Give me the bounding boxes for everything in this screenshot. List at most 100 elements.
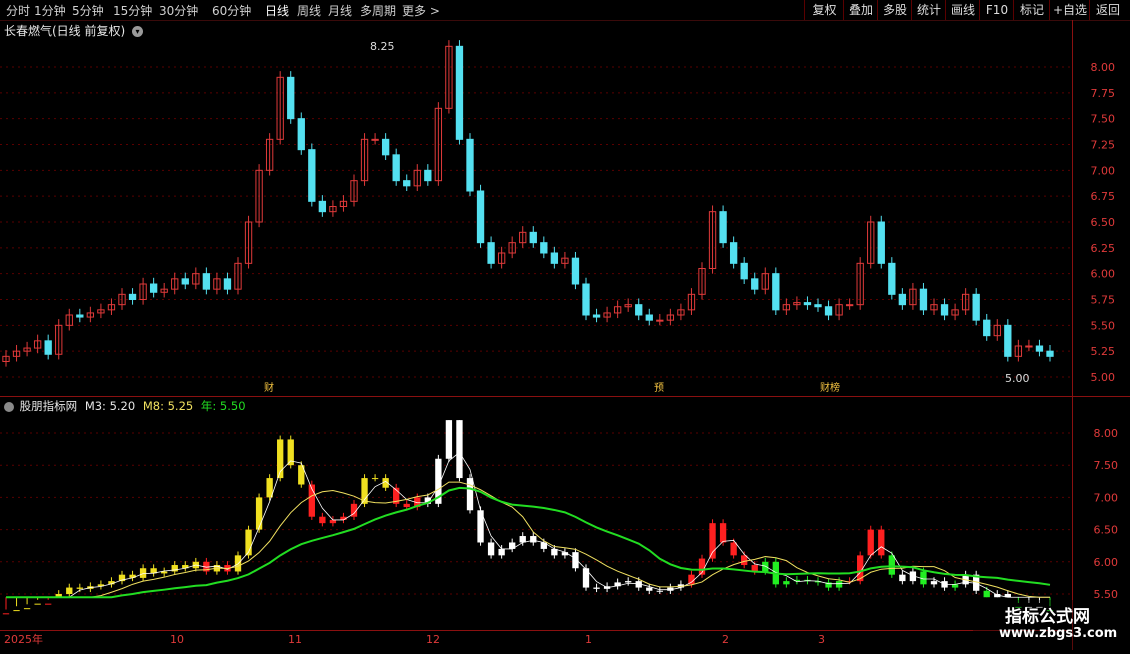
candle [898, 293, 907, 306]
candle [824, 306, 833, 316]
indicator-candle [888, 555, 895, 575]
candle [698, 268, 706, 295]
indicator-candle [277, 439, 284, 479]
indicator-candle [487, 542, 495, 556]
indicator-candle [762, 561, 769, 572]
y-tick-label: 6.25 [1091, 242, 1116, 255]
period-tab-5min[interactable]: 5分钟 [72, 2, 104, 19]
indicator-candle [245, 529, 252, 556]
back-button[interactable]: 返回 [1089, 0, 1126, 20]
period-tab-60min[interactable]: 60分钟 [212, 2, 251, 19]
event-marker-yu[interactable]: 预 [654, 382, 664, 394]
candle [740, 262, 748, 280]
indicator-candle [456, 420, 463, 479]
event-marker-cai[interactable]: 财 [264, 381, 274, 394]
indicator-candle [34, 603, 41, 605]
indicator-candle [329, 519, 337, 524]
y-tick-label: 6.00 [1091, 268, 1116, 281]
candle [455, 45, 464, 140]
y-tick-label: 5.50 [1091, 319, 1116, 332]
candle [666, 314, 675, 321]
period-tab-more[interactable]: 更多 > [402, 2, 440, 19]
indicator-candle [983, 590, 990, 598]
indicator-candle [751, 565, 758, 572]
low-price-label: 5.00 [1005, 372, 1030, 385]
mark-button[interactable]: 标记 [1013, 0, 1050, 20]
candle [793, 302, 801, 306]
candle [171, 278, 179, 290]
candle [265, 138, 274, 171]
candle [23, 347, 31, 352]
indicator-candle [625, 581, 632, 583]
m3-line [6, 451, 1050, 598]
candle [360, 138, 369, 182]
indicator-candle [1004, 594, 1011, 598]
indicator-candle [382, 478, 389, 488]
indicator-candle [519, 536, 526, 543]
indicator-candle [582, 568, 590, 588]
period-tab-weekly[interactable]: 周线 [297, 2, 321, 19]
indicator-candle [656, 590, 663, 592]
indicator-candle [203, 561, 210, 572]
candle [287, 76, 295, 120]
period-tab-30min[interactable]: 30分钟 [159, 2, 198, 19]
candle [1014, 345, 1023, 357]
indicator-candle [234, 555, 242, 572]
indicator-candle [783, 581, 790, 585]
candle [814, 304, 822, 308]
indicator-candle [951, 584, 959, 588]
candle [149, 283, 158, 293]
chevron-down-icon[interactable]: ▾ [132, 26, 144, 37]
candle [318, 200, 327, 213]
overlay-button[interactable]: 叠加 [843, 0, 878, 20]
indicator-candle [793, 579, 801, 582]
candle [339, 200, 348, 207]
indicator-candle [403, 503, 410, 508]
candle [276, 76, 284, 140]
candle [508, 242, 516, 254]
indicator-candle [835, 581, 843, 588]
y-tick-label: 7.25 [1091, 139, 1116, 152]
indicator-candle [298, 465, 305, 485]
indicator-candle [139, 568, 147, 578]
period-tab-monthly[interactable]: 月线 [328, 2, 352, 19]
draw-line-button[interactable]: 画线 [945, 0, 980, 20]
indicator-candle [108, 581, 115, 585]
event-marker-caibang[interactable]: 财榜 [820, 381, 840, 394]
restore-rights-button[interactable]: 复权 [804, 0, 844, 20]
period-tab-multi[interactable]: 多周期 [360, 2, 396, 19]
candle [1035, 345, 1044, 352]
indicator-candle [150, 568, 157, 574]
candle [582, 283, 590, 316]
indicator-candle [930, 581, 938, 585]
indicator-title-bar: 股朋指标网 M3: 5.20 M8: 5.25 年: 5.50 [4, 398, 246, 414]
period-tab-15min[interactable]: 15分钟 [113, 2, 152, 19]
indicator-candle [635, 581, 642, 588]
y-tick-label: 6.50 [1091, 216, 1116, 229]
y-tick-label: 5.00 [1091, 371, 1116, 384]
candle [993, 324, 1001, 337]
period-tab-fenshi[interactable]: 分时 [6, 2, 30, 19]
candle [635, 304, 643, 316]
f10-button[interactable]: F10 [979, 0, 1014, 20]
candle [466, 138, 474, 192]
add-favorite-button[interactable]: +自选 [1049, 0, 1090, 20]
indicator-candle [857, 555, 864, 582]
candle [160, 288, 168, 293]
indicator-candle [55, 594, 62, 598]
indicator-candle [287, 439, 294, 466]
period-tab-1min[interactable]: 1分钟 [34, 2, 66, 19]
indicator-candle [45, 603, 52, 605]
indicator-y-tick-label: 7.50 [1094, 459, 1119, 472]
period-tab-daily[interactable]: 日线 [265, 2, 289, 19]
indicator-name: 股朋指标网 [19, 399, 78, 413]
candle [624, 304, 632, 308]
indicator-candle [171, 565, 178, 572]
multi-stock-button[interactable]: 多股 [877, 0, 912, 20]
settings-icon[interactable] [4, 401, 14, 412]
indicator-candle [962, 574, 969, 585]
candle [139, 283, 147, 300]
candle [561, 257, 569, 264]
statistics-button[interactable]: 统计 [911, 0, 946, 20]
indicator-candle [361, 478, 368, 504]
